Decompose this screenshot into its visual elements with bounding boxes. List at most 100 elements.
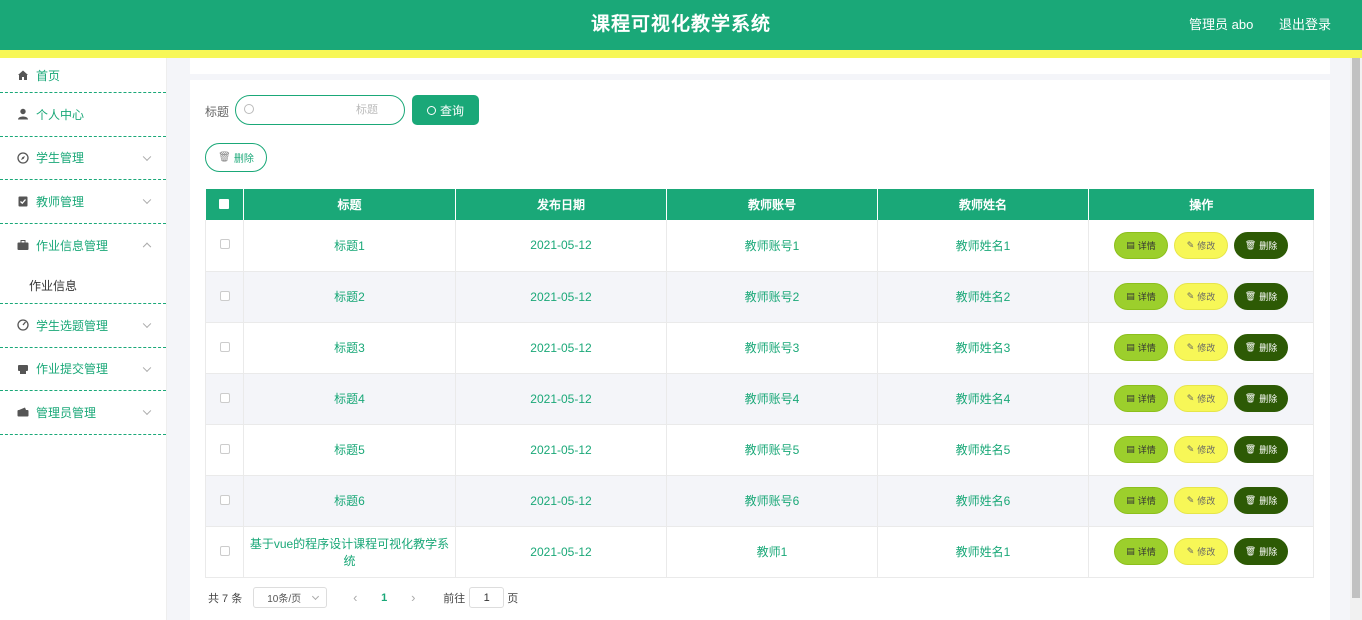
- detail-button[interactable]: ▤ 详情: [1114, 385, 1168, 412]
- edit-label: 修改: [1197, 343, 1216, 353]
- edit-button[interactable]: ✎ 修改: [1174, 538, 1228, 565]
- delete-button[interactable]: 🗑 删除: [1234, 385, 1288, 412]
- table-row: 标题4 2021-05-12 教师账号4 教师姓名4 ▤ 详情 ✎ 修改 🗑 删除: [205, 373, 1314, 425]
- delete-label: 删除: [1259, 240, 1278, 251]
- detail-label: 详情: [1137, 547, 1156, 557]
- row-select-cell[interactable]: [205, 373, 244, 425]
- page-number-current[interactable]: 1: [374, 592, 394, 604]
- query-button-label: 查询: [439, 103, 464, 118]
- document-icon: ▤: [1126, 495, 1135, 505]
- delete-button[interactable]: 🗑 删除: [1234, 231, 1288, 259]
- logout-link[interactable]: 退出登录: [1279, 17, 1331, 32]
- delete-button[interactable]: 🗑 删除: [1234, 283, 1288, 310]
- detail-button[interactable]: ▤ 详情: [1114, 283, 1168, 310]
- document-icon: ▤: [1126, 291, 1135, 301]
- row-select-cell[interactable]: [205, 322, 244, 374]
- row-select-cell[interactable]: [205, 271, 244, 323]
- sidebar-item-homework-info[interactable]: 作业信息管理: [0, 224, 166, 268]
- sidebar-item-topic-selection[interactable]: 学生选题管理: [0, 304, 166, 348]
- query-button[interactable]: 查询: [412, 95, 479, 125]
- cell-account: 教师账号3: [666, 322, 878, 374]
- data-table: 标题 发布日期 教师账号 教师姓名 操作 标题1 2021-05-12 教师账号1 教…: [205, 189, 1314, 578]
- printer-icon: [17, 363, 29, 375]
- goto-unit: 页: [507, 592, 519, 605]
- pencil-icon: ✎: [1186, 393, 1195, 403]
- sidebar-item-admins[interactable]: 管理员管理: [0, 391, 166, 435]
- edit-label: 修改: [1197, 240, 1216, 251]
- page-size-value: 10条/页: [267, 594, 302, 605]
- batch-delete-button[interactable]: 🗑 删除: [205, 143, 267, 172]
- detail-button[interactable]: ▤ 详情: [1114, 231, 1168, 259]
- submenu-item-homework[interactable]: 作业信息: [0, 267, 166, 304]
- row-checkbox[interactable]: [219, 392, 230, 403]
- detail-button[interactable]: ▤ 详情: [1114, 487, 1168, 514]
- cell-title: 基于vue的程序设计课程可视化教学系统: [243, 526, 456, 578]
- sidebar-item-label: 作业信息管理: [36, 238, 109, 253]
- goto-page-input[interactable]: [469, 587, 505, 608]
- detail-button[interactable]: ▤ 详情: [1114, 436, 1168, 463]
- sidebar-item-home[interactable]: 首页: [0, 58, 166, 93]
- cell-name: 教师姓名6: [877, 475, 1089, 527]
- row-checkbox[interactable]: [219, 443, 230, 454]
- sidebar-item-label: 教师管理: [36, 194, 85, 209]
- edit-button[interactable]: ✎ 修改: [1174, 283, 1228, 310]
- edit-label: 修改: [1197, 496, 1216, 506]
- chevron-down-icon: [142, 319, 152, 329]
- column-header: 操作: [1088, 189, 1314, 220]
- edit-button[interactable]: ✎ 修改: [1174, 385, 1228, 412]
- sidebar-item-profile[interactable]: 个人中心: [0, 93, 166, 137]
- select-all-cell[interactable]: [205, 189, 244, 220]
- delete-label: 删除: [1259, 292, 1278, 302]
- edit-label: 修改: [1197, 394, 1216, 404]
- pencil-icon: ✎: [1186, 239, 1195, 250]
- next-page-button[interactable]: ›: [403, 590, 423, 605]
- header-right: 管理员 abo 退出登录: [1167, 0, 1331, 50]
- delete-button[interactable]: 🗑 删除: [1234, 334, 1288, 361]
- row-checkbox[interactable]: [219, 494, 230, 505]
- column-header: 发布日期: [455, 189, 667, 220]
- breadcrumb-card: [190, 58, 1330, 74]
- sidebar-item-students[interactable]: 学生管理: [0, 137, 166, 180]
- cell-actions: ▤ 详情 ✎ 修改 🗑 删除: [1088, 475, 1314, 527]
- row-checkbox[interactable]: [219, 290, 230, 301]
- delete-button[interactable]: 🗑 删除: [1234, 487, 1288, 514]
- chevron-down-icon: [142, 195, 152, 205]
- edit-button[interactable]: ✎ 修改: [1174, 231, 1228, 259]
- select-all-checkbox[interactable]: [219, 198, 230, 209]
- row-checkbox[interactable]: [219, 545, 230, 556]
- edit-button[interactable]: ✎ 修改: [1174, 334, 1228, 361]
- detail-button[interactable]: ▤ 详情: [1114, 334, 1168, 361]
- row-select-cell[interactable]: [205, 526, 244, 578]
- search-box[interactable]: [235, 95, 405, 125]
- pagination: 共 7 条 10条/页 ‹ 1 › 前往 页: [208, 587, 518, 608]
- delete-button[interactable]: 🗑 删除: [1234, 538, 1288, 565]
- detail-button[interactable]: ▤ 详情: [1114, 538, 1168, 565]
- trash-icon: 🗑: [1244, 239, 1257, 250]
- vertical-scrollbar[interactable]: [1350, 58, 1362, 620]
- row-checkbox[interactable]: [219, 341, 230, 352]
- pencil-icon: ✎: [1186, 495, 1195, 505]
- sidebar-item-label: 学生选题管理: [36, 318, 109, 333]
- row-select-cell[interactable]: [205, 475, 244, 527]
- column-header: 教师姓名: [877, 189, 1089, 220]
- edit-button[interactable]: ✎ 修改: [1174, 436, 1228, 463]
- search-label: 标题: [205, 105, 230, 119]
- column-header: 教师账号: [666, 189, 878, 220]
- pencil-icon: ✎: [1186, 342, 1195, 352]
- row-checkbox[interactable]: [219, 239, 230, 250]
- scrollbar-thumb[interactable]: [1352, 58, 1360, 598]
- document-icon: ▤: [1126, 342, 1135, 352]
- document-icon: ▤: [1126, 546, 1135, 556]
- sidebar-item-teachers[interactable]: 教师管理: [0, 180, 166, 224]
- gauge-icon: [17, 319, 29, 331]
- search-input[interactable]: [258, 100, 398, 120]
- row-select-cell[interactable]: [205, 220, 244, 272]
- page-size-select[interactable]: 10条/页: [253, 587, 328, 608]
- edit-button[interactable]: ✎ 修改: [1174, 487, 1228, 514]
- row-select-cell[interactable]: [205, 424, 244, 476]
- sidebar-item-submission[interactable]: 作业提交管理: [0, 348, 166, 391]
- cell-title: 标题2: [243, 271, 456, 323]
- delete-button[interactable]: 🗑 删除: [1234, 436, 1288, 463]
- column-header: 标题: [243, 189, 456, 220]
- prev-page-button[interactable]: ‹: [345, 590, 365, 605]
